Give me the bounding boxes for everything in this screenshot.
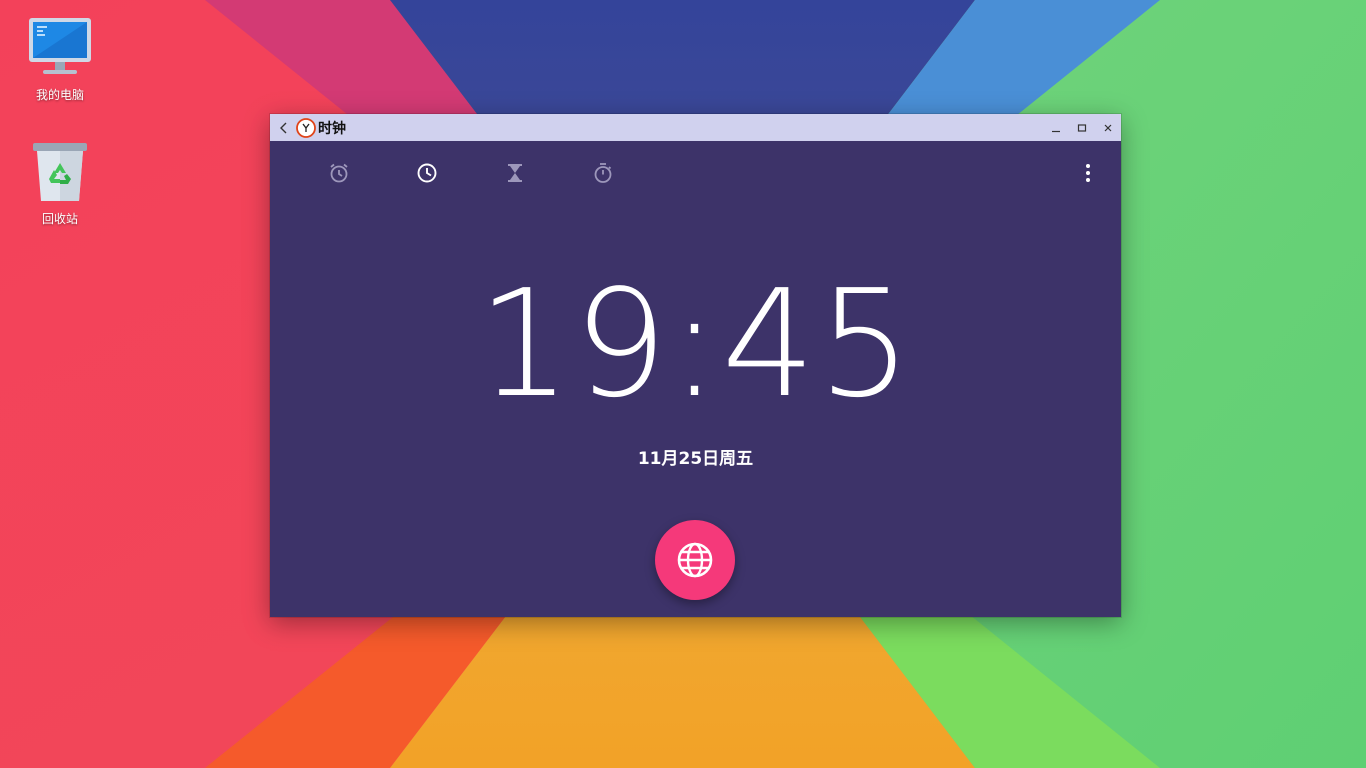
tab-bar bbox=[270, 141, 1121, 203]
stopwatch-icon bbox=[594, 163, 612, 183]
minimize-button[interactable] bbox=[1043, 114, 1069, 141]
computer-icon bbox=[25, 12, 95, 82]
back-button[interactable] bbox=[273, 114, 295, 141]
overflow-menu-button[interactable] bbox=[1078, 161, 1098, 185]
world-clock-button[interactable] bbox=[655, 520, 735, 600]
tab-timer[interactable] bbox=[497, 160, 533, 186]
clock-content: 19:45 11月25日周五 bbox=[270, 141, 1121, 617]
desktop-icon-label: 我的电脑 bbox=[35, 88, 84, 102]
window-controls bbox=[1043, 114, 1121, 141]
digital-clock-time: 19:45 bbox=[477, 258, 914, 430]
globe-icon bbox=[677, 542, 713, 578]
clock-window: 时钟 19:45 11月25日周五 bbox=[270, 114, 1121, 617]
maximize-icon bbox=[1077, 123, 1087, 132]
clock-icon bbox=[417, 163, 437, 183]
chevron-left-icon bbox=[280, 122, 287, 133]
close-button[interactable] bbox=[1095, 114, 1121, 141]
desktop-icon-label: 回收站 bbox=[41, 212, 78, 226]
hourglass-icon bbox=[508, 164, 522, 182]
close-icon bbox=[1104, 124, 1112, 131]
clock-date: 11月25日周五 bbox=[637, 449, 754, 469]
recycle-bin-icon bbox=[25, 136, 95, 206]
minimize-icon bbox=[1052, 130, 1060, 132]
desktop-icon-my-computer[interactable]: 我的电脑 bbox=[20, 12, 100, 103]
maximize-button[interactable] bbox=[1069, 114, 1095, 141]
window-titlebar[interactable]: 时钟 bbox=[270, 114, 1121, 141]
tab-clock[interactable] bbox=[409, 160, 445, 186]
clock-app-icon bbox=[296, 117, 316, 138]
alarm-icon bbox=[330, 163, 348, 183]
window-title: 时钟 bbox=[318, 120, 346, 137]
more-vertical-icon bbox=[1086, 164, 1090, 182]
desktop-icon-recycle-bin[interactable]: 回收站 bbox=[20, 136, 100, 227]
tab-alarm[interactable] bbox=[321, 160, 357, 186]
tab-stopwatch[interactable] bbox=[585, 160, 621, 186]
